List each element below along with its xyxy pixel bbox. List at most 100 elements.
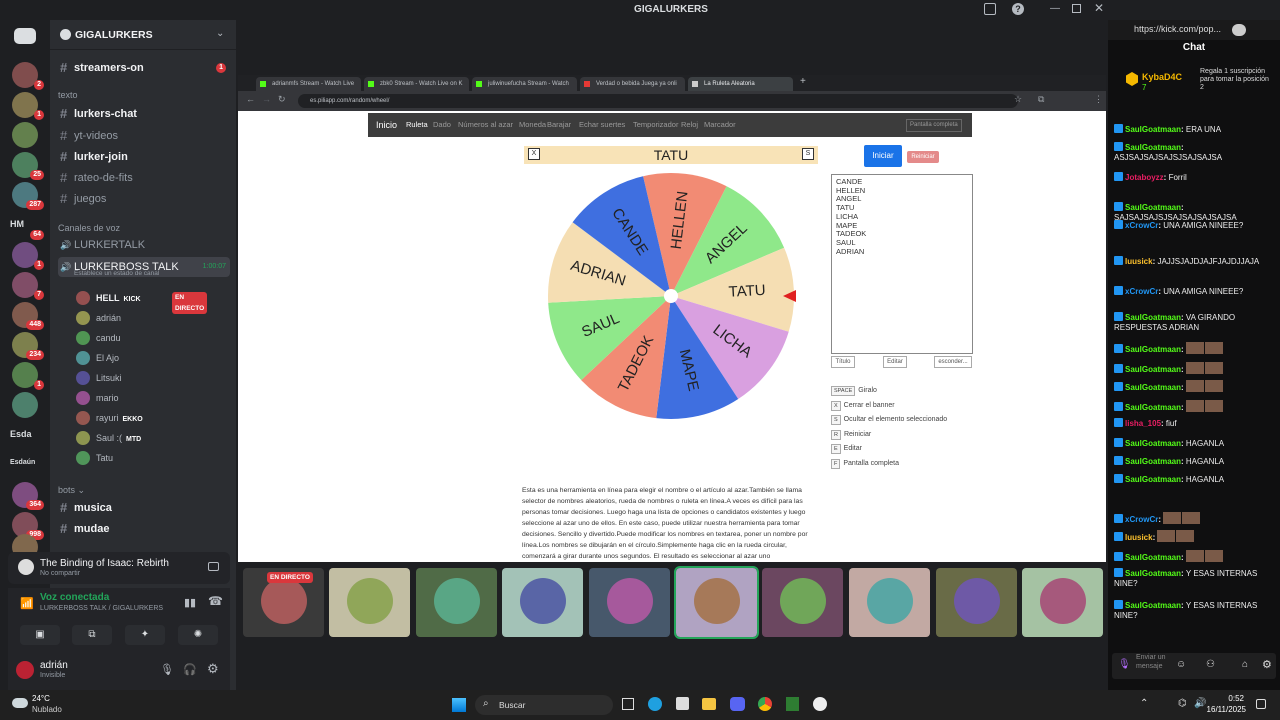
nav-item[interactable]: Marcador bbox=[704, 113, 736, 137]
browser-tab[interactable]: Verdad o bebida Juega ya onli bbox=[580, 77, 685, 91]
voice-user[interactable]: HELL KICK EN DIRECTO bbox=[76, 288, 208, 314]
chat-username[interactable]: xCrowCr bbox=[1125, 287, 1158, 296]
chevron-down-icon[interactable]: ⌄ bbox=[216, 28, 224, 39]
voice-user[interactable]: Tatu bbox=[76, 448, 113, 468]
chat-username[interactable]: lisha_105 bbox=[1125, 419, 1161, 428]
chat-username[interactable]: SaulGoatmaan bbox=[1125, 313, 1181, 322]
stream-thumbnail[interactable] bbox=[1022, 568, 1103, 637]
mic-icon[interactable]: 🎙 bbox=[1118, 659, 1131, 670]
channel-rateo-de-fits[interactable]: # rateo-de-fits bbox=[58, 168, 230, 188]
chat-username[interactable]: SaulGoatmaan bbox=[1125, 569, 1181, 578]
stream-thumbnail[interactable] bbox=[329, 568, 410, 637]
chat-username[interactable]: SaulGoatmaan bbox=[1125, 345, 1181, 354]
voice-user[interactable]: Litsuki bbox=[76, 368, 122, 388]
avatar[interactable] bbox=[16, 661, 34, 679]
headphones-icon[interactable]: 🎧 bbox=[183, 663, 197, 676]
hide-button[interactable]: esconder... bbox=[934, 356, 972, 368]
extensions-icon[interactable]: ⧉ bbox=[1038, 94, 1044, 105]
edge-icon[interactable] bbox=[648, 697, 662, 711]
chat-username[interactable]: SaulGoatmaan bbox=[1125, 143, 1181, 152]
activities-icon[interactable]: ✦ bbox=[125, 625, 165, 645]
back-icon[interactable]: ← bbox=[246, 94, 255, 104]
chevron-up-icon[interactable]: ⌃ bbox=[1140, 698, 1148, 709]
browser-tab[interactable]: adrianmfs Stream - Watch Live bbox=[256, 77, 361, 91]
wifi-icon[interactable]: ⌬ bbox=[1178, 698, 1187, 709]
chat-username[interactable]: SaulGoatmaan bbox=[1125, 439, 1181, 448]
channel-lurkers-chat[interactable]: # lurkers-chat bbox=[58, 104, 230, 124]
nav-item[interactable]: Echar suertes bbox=[579, 113, 625, 137]
voice-user[interactable]: candu bbox=[76, 328, 121, 348]
app-icon[interactable] bbox=[813, 697, 827, 711]
address-bar[interactable]: es.piliapp.com/random/wheel/ bbox=[298, 94, 1018, 108]
activity-card[interactable]: The Binding of Isaac: Rebirth No compart… bbox=[8, 552, 230, 584]
chat-username[interactable]: SaulGoatmaan bbox=[1125, 383, 1181, 392]
server-icon[interactable] bbox=[12, 122, 38, 148]
settings-icon[interactable]: ⚙ bbox=[207, 661, 219, 677]
close-icon[interactable]: ✕ bbox=[1094, 1, 1104, 15]
taskview-icon[interactable] bbox=[622, 698, 634, 710]
nav-item[interactable]: Temporizador bbox=[633, 113, 678, 137]
voice-user[interactable]: adrián bbox=[76, 308, 121, 328]
nav-item[interactable]: Barajar bbox=[547, 113, 571, 137]
bookmark-star-icon[interactable]: ☆ bbox=[1014, 94, 1022, 105]
chat-username[interactable]: SaulGoatmaan bbox=[1125, 403, 1181, 412]
stream-thumbnail[interactable] bbox=[936, 568, 1017, 637]
voice-user[interactable]: rayuri EKKO bbox=[76, 408, 143, 428]
channel-streamers-on[interactable]: # streamers-on 1 bbox=[58, 58, 230, 78]
nav-item[interactable]: Reloj bbox=[681, 113, 698, 137]
chat-username[interactable]: Jotaboyzz bbox=[1125, 173, 1164, 182]
channel-yt-videos[interactable]: # yt-videos bbox=[58, 126, 230, 146]
server-header[interactable]: GIGALURKERS ⌄ bbox=[50, 20, 236, 50]
emoji-icon[interactable]: ☺ bbox=[1176, 659, 1186, 670]
stream-thumbnail[interactable] bbox=[849, 568, 930, 637]
forward-icon[interactable]: → bbox=[262, 94, 271, 104]
store-icon[interactable] bbox=[676, 697, 689, 710]
channel-lurkertalk[interactable]: 🔊 LURKERTALK bbox=[58, 235, 230, 255]
channel-category[interactable]: Canales de voz bbox=[58, 223, 120, 233]
chat-username[interactable]: SaulGoatmaan bbox=[1125, 125, 1181, 134]
reset-button[interactable]: Reiniciar bbox=[907, 151, 939, 163]
server-icon[interactable] bbox=[12, 392, 38, 418]
notifications-icon[interactable] bbox=[1256, 699, 1266, 709]
nav-item[interactable]: Dado bbox=[433, 113, 451, 137]
channel-lurker-join[interactable]: # lurker-join bbox=[58, 147, 230, 167]
start-button[interactable]: Iniciar bbox=[864, 145, 902, 167]
bots-category[interactable]: bots ⌄ bbox=[58, 485, 85, 496]
edit-button[interactable]: Editar bbox=[883, 356, 907, 368]
minimize-icon[interactable]: — bbox=[1050, 3, 1060, 14]
chrome-icon[interactable] bbox=[758, 697, 772, 711]
site-brand[interactable]: Inicio bbox=[376, 113, 397, 137]
browser-tab[interactable]: juliwinuefucha Stream - Watch bbox=[472, 77, 577, 91]
chat-url-bar[interactable]: https://kick.com/pop... bbox=[1108, 20, 1280, 40]
nav-item[interactable]: Moneda bbox=[519, 113, 546, 137]
inbox-icon[interactable] bbox=[984, 3, 996, 15]
chat-username[interactable]: SaulGoatmaan bbox=[1125, 553, 1181, 562]
hide-selected-button[interactable]: S bbox=[802, 148, 814, 160]
terminal-icon[interactable] bbox=[786, 697, 799, 711]
discord-icon[interactable] bbox=[730, 697, 745, 711]
names-textarea[interactable]: CANDE HELLEN ANGEL TATU LICHA MAPE TADEOK SAUL A… bbox=[831, 174, 973, 354]
stream-icon[interactable] bbox=[208, 562, 219, 571]
stream-thumbnail[interactable] bbox=[502, 568, 583, 637]
help-icon[interactable]: ? bbox=[1012, 3, 1024, 15]
search-box[interactable]: ⌕ Buscar bbox=[475, 695, 613, 715]
new-tab-icon[interactable]: + bbox=[800, 76, 806, 87]
browser-tab[interactable]: La Ruleta Aleatoria bbox=[688, 77, 793, 91]
browser-tab[interactable]: zbk0 Stream - Watch Live on K bbox=[364, 77, 469, 91]
pinned-gift[interactable]: KybaD4C 7 Regala 1 suscripción para toma… bbox=[1114, 66, 1274, 110]
folder-icon[interactable] bbox=[702, 698, 716, 710]
server-icon[interactable]: Esdaún bbox=[8, 452, 38, 478]
windows-icon[interactable] bbox=[452, 698, 466, 712]
channel-musica[interactable]: # musica bbox=[58, 498, 230, 518]
mic-icon[interactable]: 🎙 bbox=[160, 663, 174, 676]
soundboard-icon[interactable]: ✺ bbox=[178, 625, 218, 645]
chat-username[interactable]: SaulGoatmaan bbox=[1125, 203, 1181, 212]
chat-input[interactable]: 🎙 Enviar un mensaje ☺ ⚇ ⌂ ⚙ bbox=[1112, 653, 1276, 679]
chat-username[interactable]: luusick bbox=[1125, 533, 1153, 542]
eye-off-icon[interactable] bbox=[1232, 24, 1246, 36]
maximize-icon[interactable] bbox=[1072, 4, 1081, 13]
stream-thumbnail[interactable] bbox=[762, 568, 843, 637]
stream-thumbnail[interactable] bbox=[674, 566, 759, 639]
chat-username[interactable]: SaulGoatmaan bbox=[1125, 475, 1181, 484]
title-button[interactable]: Título bbox=[831, 356, 855, 368]
